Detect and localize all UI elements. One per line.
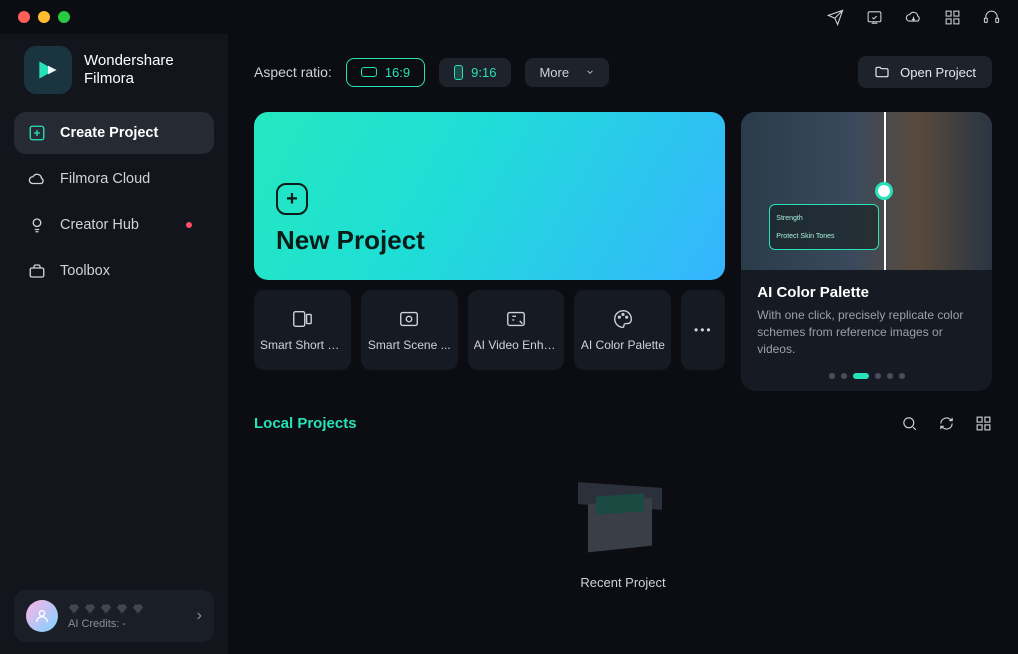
refresh-icon[interactable]: [938, 415, 955, 432]
gem-icon: [116, 603, 128, 615]
tool-ai-video-enhance[interactable]: AI Video Enha...: [468, 290, 565, 370]
sidebar-item-creator-hub[interactable]: Creator Hub: [14, 204, 214, 246]
sidebar-item-cloud[interactable]: Filmora Cloud: [14, 158, 214, 200]
feature-description: With one click, precisely replicate colo…: [757, 307, 976, 357]
sidebar-item-label: Create Project: [60, 125, 158, 141]
grid-view-icon[interactable]: [975, 415, 992, 432]
sidebar-item-toolbox[interactable]: Toolbox: [14, 250, 214, 292]
tools-more-button[interactable]: •••: [681, 290, 725, 370]
gem-icon: [68, 603, 80, 615]
empty-label: Recent Project: [580, 575, 665, 590]
aspect-ratio-16-9-button[interactable]: 16:9: [346, 58, 425, 87]
landscape-icon: [361, 67, 377, 77]
chevron-right-icon: ›: [197, 607, 202, 625]
headset-icon[interactable]: [983, 9, 1000, 26]
user-card[interactable]: AI Credits: - ›: [14, 590, 214, 642]
brand: Wondershare Filmora: [0, 42, 228, 112]
cloud-download-icon[interactable]: [905, 9, 922, 26]
aspect-ratio-label: Aspect ratio:: [254, 64, 332, 80]
send-icon[interactable]: [827, 9, 844, 26]
tool-smart-scene[interactable]: Smart Scene ...: [361, 290, 458, 370]
local-projects-title: Local Projects: [254, 415, 357, 432]
filmora-logo-icon: [24, 46, 72, 94]
plus-icon: +: [276, 183, 308, 215]
open-project-button[interactable]: Open Project: [858, 56, 992, 88]
grid-icon[interactable]: [944, 9, 961, 26]
sidebar-item-label: Filmora Cloud: [60, 171, 150, 187]
sidebar-item-label: Toolbox: [60, 263, 110, 279]
portrait-icon: [454, 65, 463, 80]
feature-card[interactable]: Strength Protect Skin Tones AI Color Pal…: [741, 112, 992, 391]
notification-dot-icon: [186, 222, 192, 228]
close-dot-icon[interactable]: [18, 11, 30, 23]
feature-title: AI Color Palette: [757, 284, 976, 301]
brand-line1: Wondershare: [84, 52, 174, 70]
new-project-title: New Project: [276, 225, 703, 256]
aspect-ratio-more-button[interactable]: More: [525, 58, 609, 87]
brand-line2: Filmora: [84, 70, 174, 88]
ai-credits-label: AI Credits: -: [68, 618, 187, 630]
gem-icon: [100, 603, 112, 615]
window-controls[interactable]: [18, 11, 70, 23]
chevron-down-icon: [585, 67, 595, 77]
tool-smart-short-clips[interactable]: Smart Short C...: [254, 290, 351, 370]
tool-ai-color-palette[interactable]: AI Color Palette: [574, 290, 671, 370]
gem-icon: [84, 603, 96, 615]
dots-icon: •••: [694, 323, 713, 337]
maximize-dot-icon[interactable]: [58, 11, 70, 23]
empty-box-icon: [578, 477, 668, 557]
comparison-slider-handle-icon: [875, 182, 893, 200]
avatar-icon: [26, 600, 58, 632]
gem-icon: [132, 603, 144, 615]
empty-state: Recent Project: [254, 432, 992, 634]
search-icon[interactable]: [901, 415, 918, 432]
feedback-icon[interactable]: [866, 9, 883, 26]
sidebar-item-label: Creator Hub: [60, 217, 139, 233]
aspect-ratio-9-16-button[interactable]: 9:16: [439, 58, 511, 87]
sidebar-item-create-project[interactable]: Create Project: [14, 112, 214, 154]
folder-icon: [874, 64, 890, 80]
carousel-dots[interactable]: [741, 367, 992, 391]
minimize-dot-icon[interactable]: [38, 11, 50, 23]
feature-preview-image: Strength Protect Skin Tones: [741, 112, 992, 270]
new-project-card[interactable]: + New Project: [254, 112, 725, 280]
